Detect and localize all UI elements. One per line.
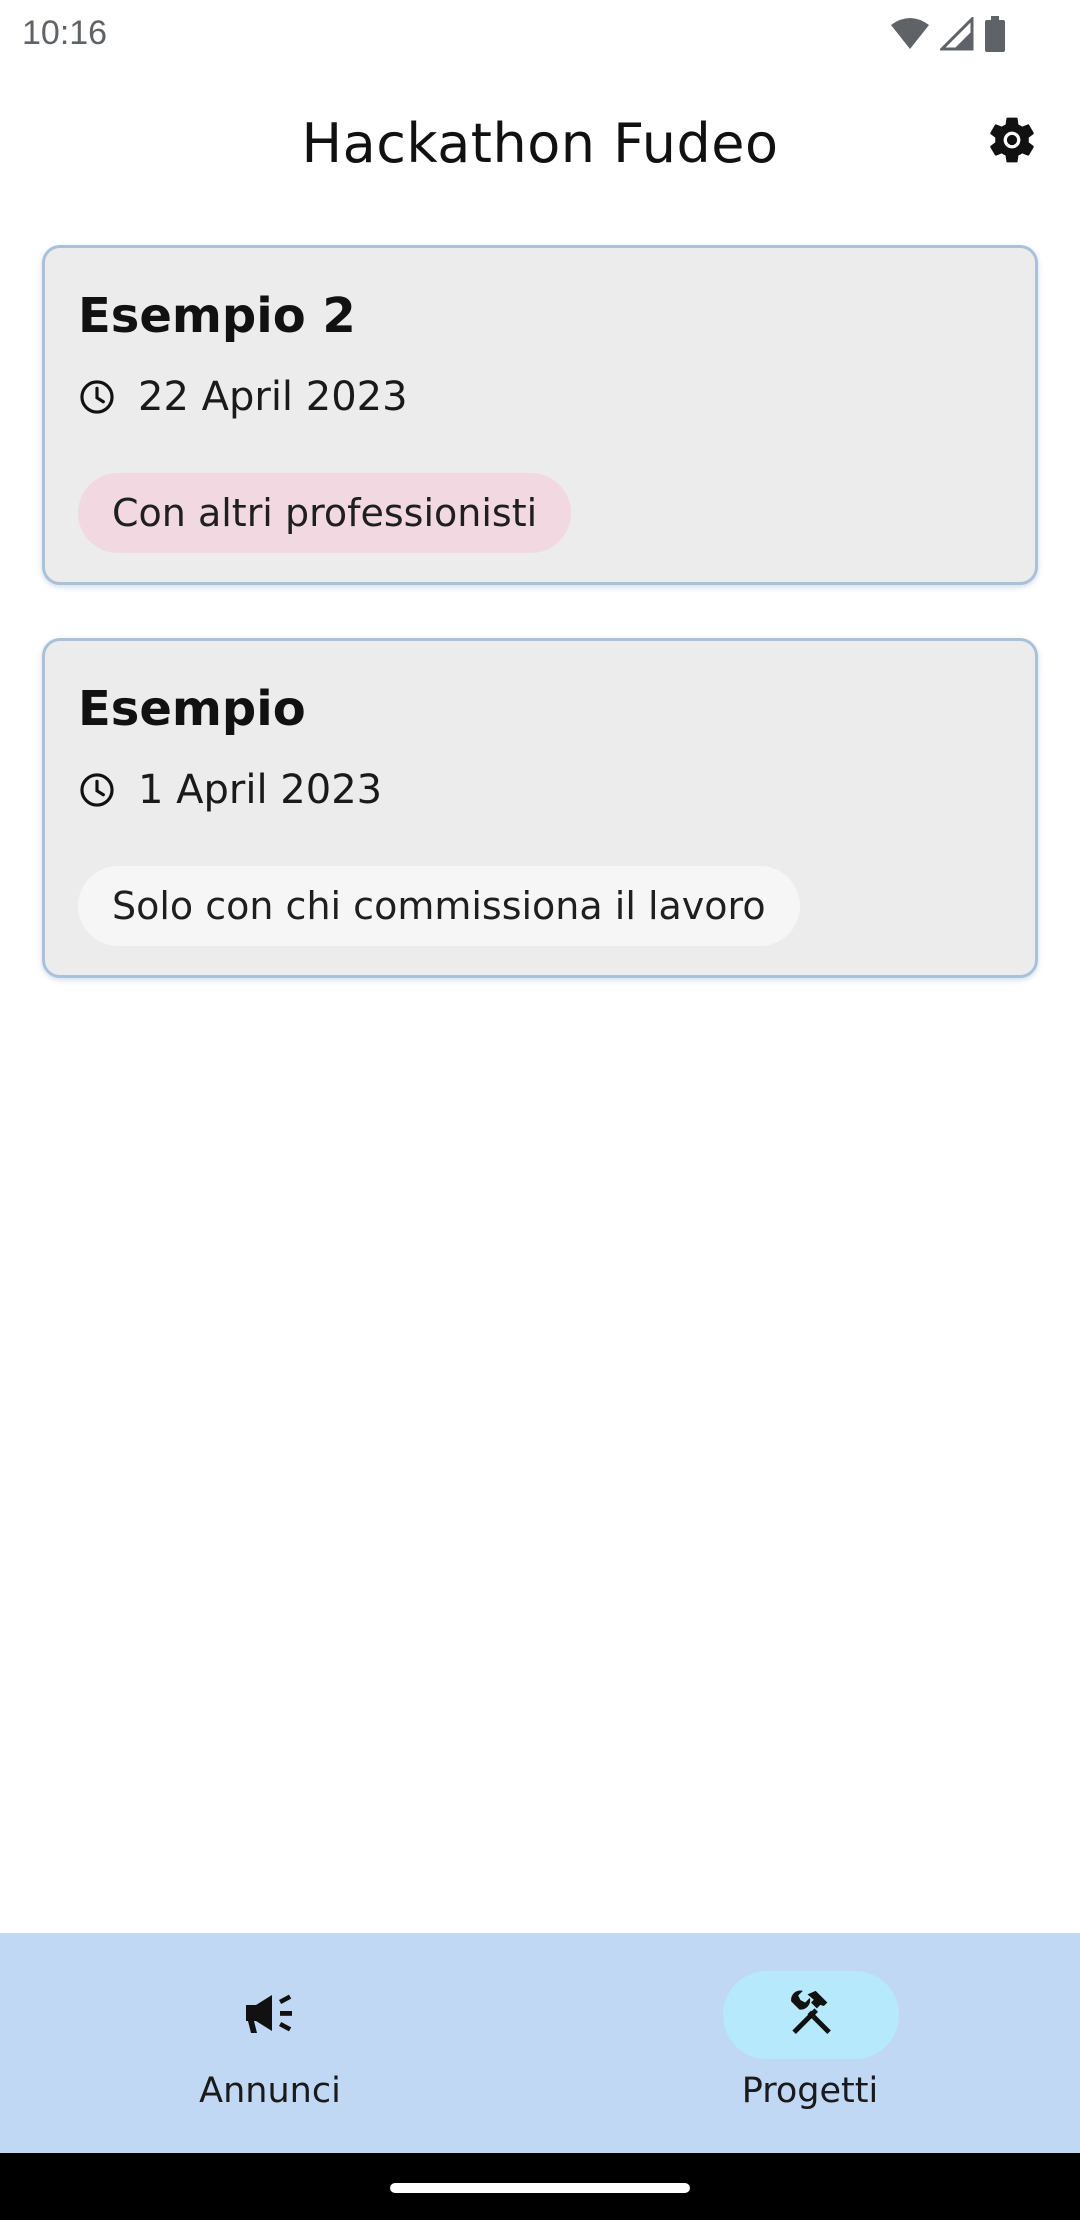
nav-item-progetti[interactable]: Progetti: [540, 1933, 1080, 2153]
hammer-wrench-icon: [783, 1985, 839, 2045]
clock-icon: [78, 378, 116, 416]
project-title: Esempio 2: [78, 288, 356, 344]
project-title: Esempio: [78, 681, 306, 737]
project-date: 22 April 2023: [138, 374, 408, 420]
battery-icon: [984, 16, 1006, 52]
collaboration-tag[interactable]: Solo con chi commissiona il lavoro: [78, 866, 800, 946]
nav-indicator: [183, 1971, 359, 2059]
nav-label-annunci: Annunci: [199, 2071, 341, 2111]
project-card[interactable]: Esempio 1 April 2023 Solo con chi commis…: [42, 638, 1038, 978]
status-icons: [890, 16, 1006, 52]
megaphone-icon: [242, 1989, 300, 2041]
wifi-icon: [890, 17, 930, 51]
gear-icon: [984, 112, 1040, 172]
status-time: 10:16: [22, 14, 108, 52]
nav-indicator-active: [723, 1971, 899, 2059]
clock-icon: [78, 771, 116, 809]
nav-item-annunci[interactable]: Annunci: [0, 1933, 540, 2153]
project-card[interactable]: Esempio 2 22 April 2023 Con altri profes…: [42, 245, 1038, 585]
page-title: Hackathon Fudeo: [301, 112, 779, 175]
bottom-navigation: Annunci Progetti: [0, 1933, 1080, 2153]
collaboration-tag[interactable]: Con altri professionisti: [78, 473, 572, 553]
system-navigation-bar: [0, 2153, 1080, 2220]
project-date-row: 1 April 2023: [78, 767, 382, 813]
project-date: 1 April 2023: [138, 767, 383, 813]
cell-signal-icon: [940, 17, 974, 51]
project-date-row: 22 April 2023: [78, 374, 408, 420]
status-bar: 10:16: [0, 0, 1080, 66]
nav-label-progetti: Progetti: [741, 2071, 879, 2111]
settings-button[interactable]: [980, 110, 1044, 174]
app-bar: Hackathon Fudeo: [0, 80, 1080, 204]
home-gesture-handle[interactable]: [390, 2183, 690, 2193]
